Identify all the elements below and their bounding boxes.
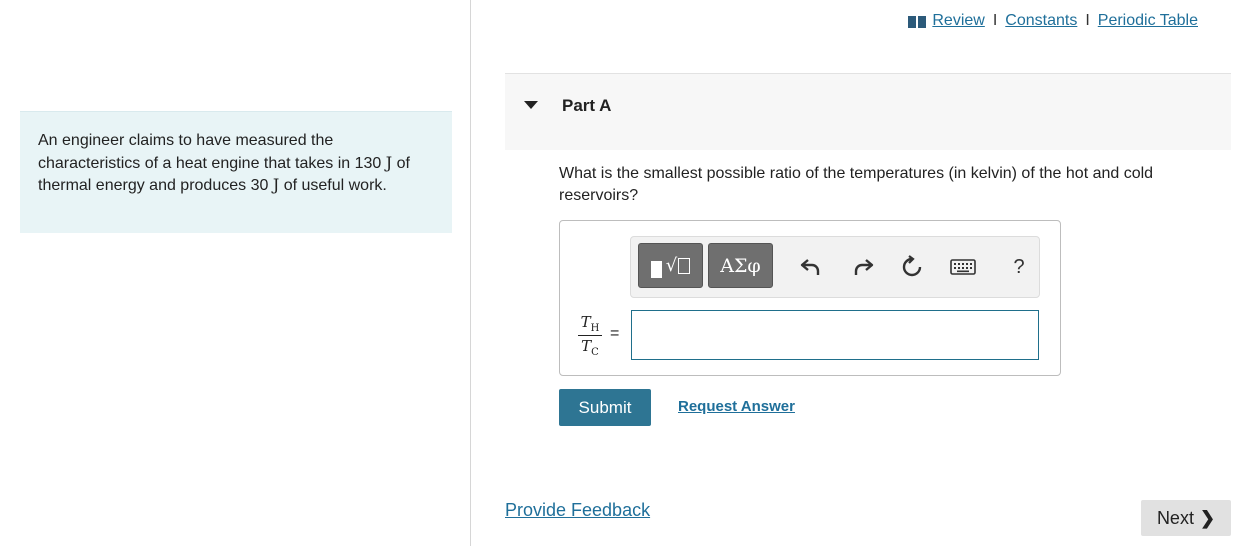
periodic-table-link[interactable]: Periodic Table [1098,12,1198,30]
redo-icon[interactable] [850,254,876,280]
reset-icon[interactable] [899,254,925,280]
undo-icon[interactable] [798,254,824,280]
question-text: What is the smallest possible ratio of t… [559,165,1154,204]
templates-icon[interactable]: √ [638,243,703,288]
temperature-ratio-label: TH TC [578,313,602,358]
submit-button[interactable]: Submit [559,389,651,426]
answer-box: √ ΑΣφ ? TH TC = [559,220,1061,376]
greek-icon[interactable]: ΑΣφ [708,243,773,288]
link-separator: I [992,12,998,29]
ratio-denominator: TC [581,337,599,358]
next-label: Next [1156,507,1194,528]
resource-links: Review I Constants I Periodic Table [908,12,1198,30]
keyboard-icon[interactable] [950,254,976,280]
problem-statement: An engineer claims to have measured the … [20,111,452,233]
review-link[interactable]: Review [932,12,984,30]
request-answer-link[interactable]: Request Answer [678,398,795,415]
part-title: Part A [562,96,612,115]
equals-sign: = [610,325,620,342]
chevron-right-icon: ❯ [1199,507,1216,528]
provide-feedback-link[interactable]: Provide Feedback [505,500,650,521]
help-icon[interactable]: ? [1006,254,1032,280]
book-icon [908,16,927,28]
collapse-triangle-icon[interactable] [524,101,538,109]
ratio-numerator: TH [578,313,602,336]
next-button[interactable]: Next ❯ [1141,500,1231,536]
part-a-header[interactable]: Part A [505,73,1231,150]
math-toolbar: √ ΑΣφ ? [630,236,1040,298]
answer-input[interactable] [631,310,1039,360]
column-divider [470,0,471,546]
link-separator: I [1085,12,1090,29]
constants-link[interactable]: Constants [1005,12,1077,30]
